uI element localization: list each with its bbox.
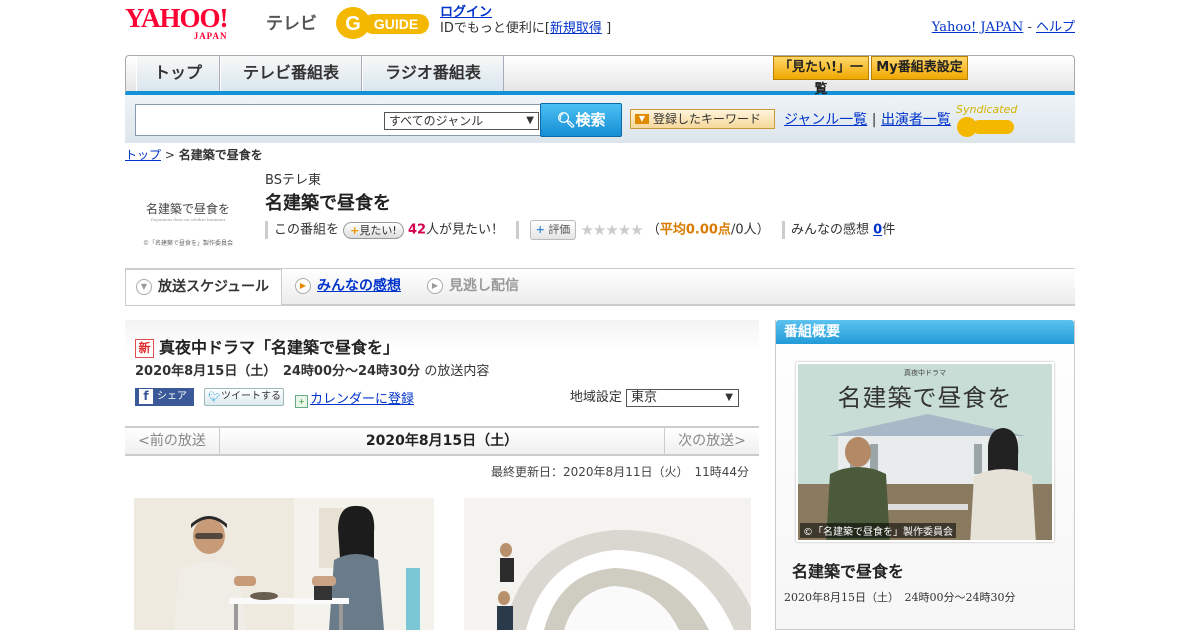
link-divider: | bbox=[867, 112, 881, 128]
chevron-down-icon: ▼ bbox=[136, 279, 152, 295]
rating-stars: ★★★★★ bbox=[580, 221, 643, 239]
kanso-count-link[interactable]: 0 bbox=[873, 223, 882, 238]
genre-select[interactable]: すべてのジャンル ▼ bbox=[384, 112, 539, 130]
bracket-close: ] bbox=[601, 21, 612, 36]
link-dash: - bbox=[1023, 20, 1036, 35]
region-setting: 地域設定 東京 ▼ bbox=[570, 386, 739, 407]
channel-name: BSテレ東 bbox=[265, 173, 321, 188]
site-header: YAHOO! JAPAN テレビ G GUIDE ログイン IDでもっと便利に[… bbox=[125, 0, 1075, 52]
summary-broadcast-time: 2020年8月15日（土） 24時00分～24時30分 bbox=[784, 591, 1016, 604]
facebook-icon: f bbox=[139, 389, 153, 404]
play-icon: ▶ bbox=[427, 278, 443, 294]
avg-open: （ bbox=[646, 222, 660, 238]
mitai-list-button[interactable]: 「見たい!」一覧 bbox=[773, 56, 869, 97]
summary-title: 名建築で昼食を bbox=[792, 562, 905, 581]
mitai-count: 42 bbox=[407, 222, 427, 238]
poster-title: 名建築で昼食を bbox=[837, 384, 1013, 412]
breadcrumb-current: 名建築で昼食を bbox=[178, 148, 263, 162]
tab-everyone-comments[interactable]: ▶ みんなの感想 bbox=[295, 269, 401, 305]
episode-photo-lunch bbox=[134, 498, 434, 630]
program-tabs: ▼ 放送スケジュール ▶ みんなの感想 ▶ 見逃し配信 bbox=[125, 268, 1075, 306]
prev-broadcast-link[interactable]: <前の放送 bbox=[125, 428, 220, 454]
region-select[interactable]: 東京 ▼ bbox=[626, 388, 739, 407]
calendar-register-link[interactable]: + カレンダーに登録 bbox=[295, 388, 414, 408]
login-prompt: IDでもっと便利に[ bbox=[440, 21, 550, 36]
svg-text:G: G bbox=[345, 13, 361, 35]
help-link[interactable]: ヘルプ bbox=[1036, 20, 1075, 35]
divider bbox=[265, 221, 268, 239]
registered-keyword-button[interactable]: ▼ 登録したキーワード bbox=[630, 109, 775, 129]
tweet-button[interactable]: 🐦︎ ツイートする bbox=[204, 388, 284, 406]
yahoo-japan-logo[interactable]: YAHOO! JAPAN bbox=[125, 5, 229, 42]
thumb-title: 名建築で昼食を bbox=[145, 202, 230, 216]
register-link[interactable]: 新規取得 bbox=[550, 21, 602, 36]
rate-button[interactable]: + 評価 bbox=[529, 220, 577, 240]
login-area: ログイン IDでもっと便利に[新規取得 ] bbox=[440, 5, 611, 37]
poster-credit: ©「名建築で昼食を」製作委員会 bbox=[800, 523, 956, 538]
tab-radio-schedule[interactable]: ラジオ番組表 bbox=[362, 56, 504, 91]
syndicated-gguide-badge: Syndicated bbox=[956, 103, 1075, 138]
my-schedule-button[interactable]: My番組表設定 bbox=[871, 56, 968, 80]
thumb-credit: ©「名建築で昼食を」製作委員会 bbox=[142, 240, 233, 247]
avg-people: /0人） bbox=[730, 222, 770, 238]
share-row: f シェア 🐦︎ ツイートする + カレンダーに登録 地域設定 東京 ▼ bbox=[135, 388, 749, 408]
main-nav: トップ テレビ番組表 ラジオ番組表 「見たい!」一覧 My番組表設定 bbox=[125, 55, 1075, 97]
program-meta: この番組を +見たい! 42人が見たい！ + 評価 ★★★★★ （平均0.00点… bbox=[265, 220, 965, 240]
episode-title: 新真夜中ドラマ「名建築で昼食を」 bbox=[135, 334, 399, 358]
tab-top[interactable]: トップ bbox=[136, 56, 220, 91]
mitai-prefix: この番組を bbox=[274, 222, 340, 238]
search-bar: すべてのジャンル ▼ 🔍︎検索 ▼ 登録したキーワード ジャンル一覧 | 出演者… bbox=[125, 95, 1075, 143]
breadcrumb-sep: > bbox=[161, 148, 179, 162]
episode-box: 新真夜中ドラマ「名建築で昼食を」 2020年8月15日（土） 24時00分～24… bbox=[125, 320, 759, 426]
chevron-down-icon: ▼ bbox=[526, 115, 534, 126]
kanso-label: みんなの感想 bbox=[791, 222, 870, 238]
breadcrumb-top[interactable]: トップ bbox=[125, 148, 161, 162]
tab-broadcast-schedule[interactable]: ▼ 放送スケジュール bbox=[125, 269, 282, 305]
svg-text:GUIDE: GUIDE bbox=[374, 16, 418, 32]
triangle-down-icon: ▼ bbox=[635, 114, 649, 124]
kanso-unit: 件 bbox=[882, 222, 896, 238]
program-thumbnail: 名建築で昼食を Dejeunons dans un celebre batime… bbox=[140, 185, 236, 249]
twitter-bird-icon: 🐦︎ bbox=[208, 392, 221, 403]
gguide-small-logo bbox=[957, 117, 1014, 137]
login-link[interactable]: ログイン bbox=[440, 5, 492, 20]
plus-icon: + bbox=[535, 223, 545, 236]
mitai-suffix: 人が見たい！ bbox=[426, 222, 505, 238]
facebook-share-button[interactable]: f シェア bbox=[135, 388, 194, 406]
tv-label: テレビ bbox=[266, 14, 317, 34]
last-updated: 最終更新日：2020年8月11日（火） 11時44分 bbox=[491, 465, 749, 479]
gguide-logo[interactable]: G GUIDE bbox=[335, 6, 431, 40]
calendar-plus-icon: + bbox=[295, 395, 308, 408]
program-poster: 真夜中ドラマ 名建築で昼食を ©「名建築で昼食を」製作委員会 bbox=[796, 362, 1054, 542]
program-title: 名建築で昼食を bbox=[265, 193, 391, 214]
day-navigation: <前の放送 2020年8月15日（土） 次の放送> bbox=[125, 426, 759, 456]
episode-photo-staircase bbox=[464, 498, 751, 630]
tab-tv-schedule[interactable]: テレビ番組表 bbox=[220, 56, 362, 91]
current-broadcast-date: 2020年8月15日（土） bbox=[365, 433, 519, 449]
search-icon: 🔍︎ bbox=[556, 111, 576, 129]
poster-kicker: 真夜中ドラマ bbox=[904, 369, 946, 377]
top-right-links: Yahoo! JAPAN - ヘルプ bbox=[932, 16, 1075, 35]
region-label: 地域設定 bbox=[569, 390, 622, 405]
next-broadcast-link[interactable]: 次の放送> bbox=[664, 428, 759, 454]
thumb-subtitle: Dejeunons dans un celebre batiment bbox=[150, 217, 226, 222]
mitai-button[interactable]: +見たい! bbox=[343, 221, 404, 239]
panel-header: 番組概要 bbox=[776, 320, 1074, 344]
breadcrumb: トップ > 名建築で昼食を bbox=[125, 146, 263, 163]
new-badge: 新 bbox=[135, 339, 154, 358]
divider bbox=[782, 221, 785, 239]
search-links: ジャンル一覧 | 出演者一覧 bbox=[784, 109, 951, 129]
yahoo-japan-link[interactable]: Yahoo! JAPAN bbox=[932, 20, 1024, 35]
plus-icon: + bbox=[350, 223, 360, 237]
performer-list-link[interactable]: 出演者一覧 bbox=[881, 112, 951, 128]
tab-catchup-streaming[interactable]: ▶ 見逃し配信 bbox=[427, 269, 519, 305]
episode-datetime: 2020年8月15日（土） 24時00分～24時30分 の放送内容 bbox=[135, 364, 490, 379]
genre-list-link[interactable]: ジャンル一覧 bbox=[784, 112, 867, 128]
program-summary-panel: 番組概要 真夜中ドラマ 名建築で昼食を ©「名建築で昼食を」製作委員会 名建築で… bbox=[775, 320, 1075, 630]
play-icon: ▶ bbox=[295, 278, 311, 294]
chevron-down-icon: ▼ bbox=[725, 391, 733, 403]
search-button[interactable]: 🔍︎検索 bbox=[540, 103, 622, 137]
avg-rating: 平均0.00点 bbox=[659, 222, 731, 238]
divider bbox=[516, 221, 520, 239]
